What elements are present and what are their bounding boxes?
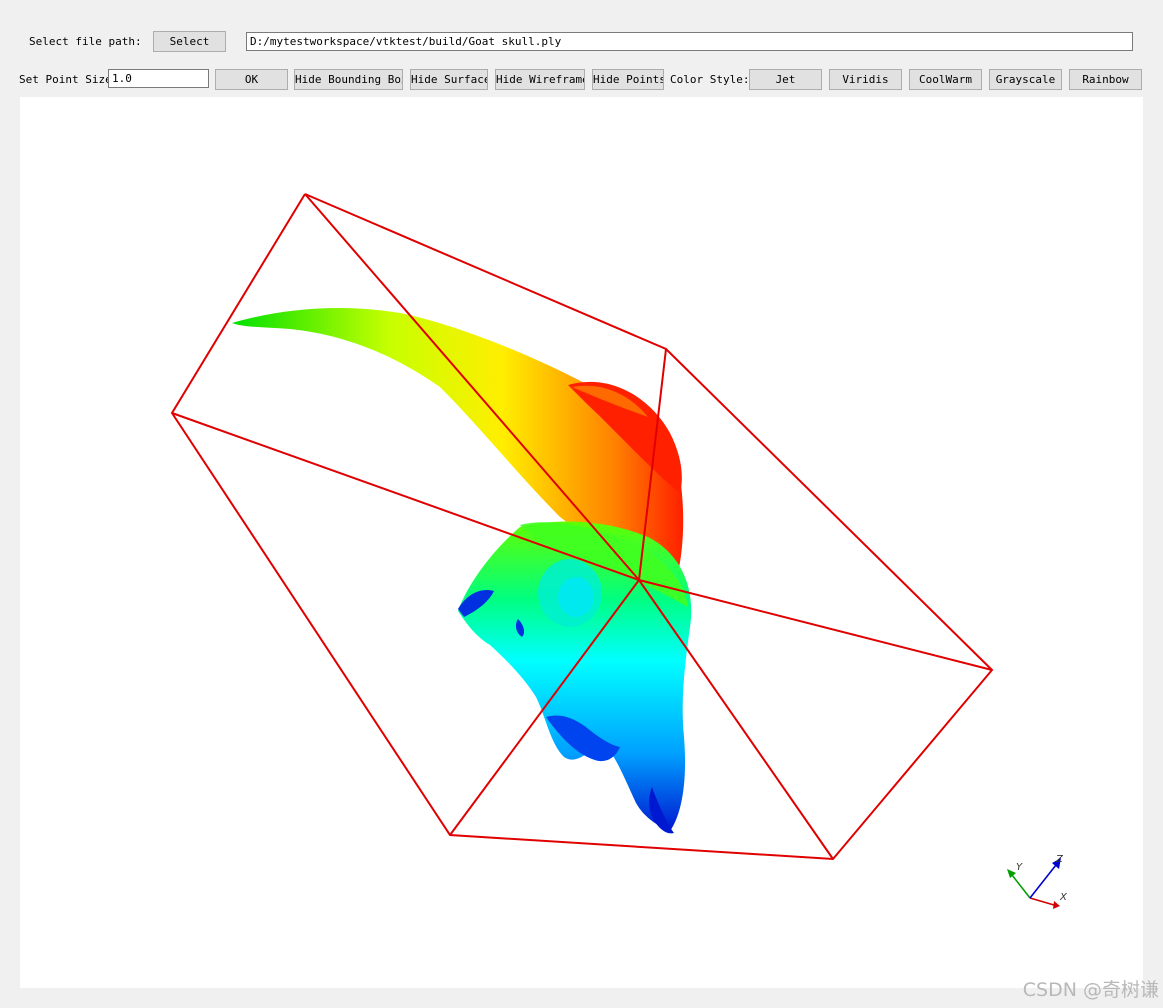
color-style-viridis-button[interactable]: Viridis bbox=[829, 69, 902, 90]
watermark: CSDN @奇树谦 bbox=[1022, 979, 1159, 1001]
color-style-coolwarm-button[interactable]: CoolWarm bbox=[909, 69, 982, 90]
y-axis-arrow-icon bbox=[1007, 869, 1016, 878]
hide-surface-button[interactable]: Hide Surface bbox=[410, 69, 488, 90]
z-axis-line bbox=[1029, 864, 1057, 899]
point-size-field[interactable]: 1.0 bbox=[108, 69, 209, 88]
hide-points-button[interactable]: Hide Points bbox=[592, 69, 664, 90]
z-axis-label: Z bbox=[1055, 854, 1064, 865]
x-axis-line bbox=[1029, 897, 1055, 906]
hide-bounding-box-button[interactable]: Hide Bounding Box bbox=[294, 69, 403, 90]
y-axis-line bbox=[1011, 874, 1031, 899]
render-canvas[interactable]: X Y Z bbox=[20, 97, 1143, 988]
ok-button[interactable]: OK bbox=[215, 69, 288, 90]
skull-point-cloud bbox=[232, 308, 692, 834]
file-path-field[interactable]: D:/mytestworkspace/vtktest/build/Goat sk… bbox=[246, 32, 1133, 51]
file-path-label: Select file path: bbox=[29, 35, 142, 48]
x-axis-label: X bbox=[1059, 892, 1068, 903]
point-size-label: Set Point Size bbox=[19, 73, 112, 86]
color-style-grayscale-button[interactable]: Grayscale bbox=[989, 69, 1062, 90]
color-style-rainbow-button[interactable]: Rainbow bbox=[1069, 69, 1142, 90]
y-axis-label: Y bbox=[1016, 862, 1023, 873]
select-file-button[interactable]: Select bbox=[153, 31, 226, 52]
color-style-label: Color Style: bbox=[670, 73, 750, 86]
hide-wireframe-button[interactable]: Hide Wireframe bbox=[495, 69, 585, 90]
color-style-jet-button[interactable]: Jet bbox=[749, 69, 822, 90]
render-viewport[interactable]: X Y Z bbox=[20, 97, 1143, 988]
x-axis-arrow-icon bbox=[1053, 901, 1060, 909]
orientation-axes-widget: X Y Z bbox=[1007, 854, 1068, 909]
